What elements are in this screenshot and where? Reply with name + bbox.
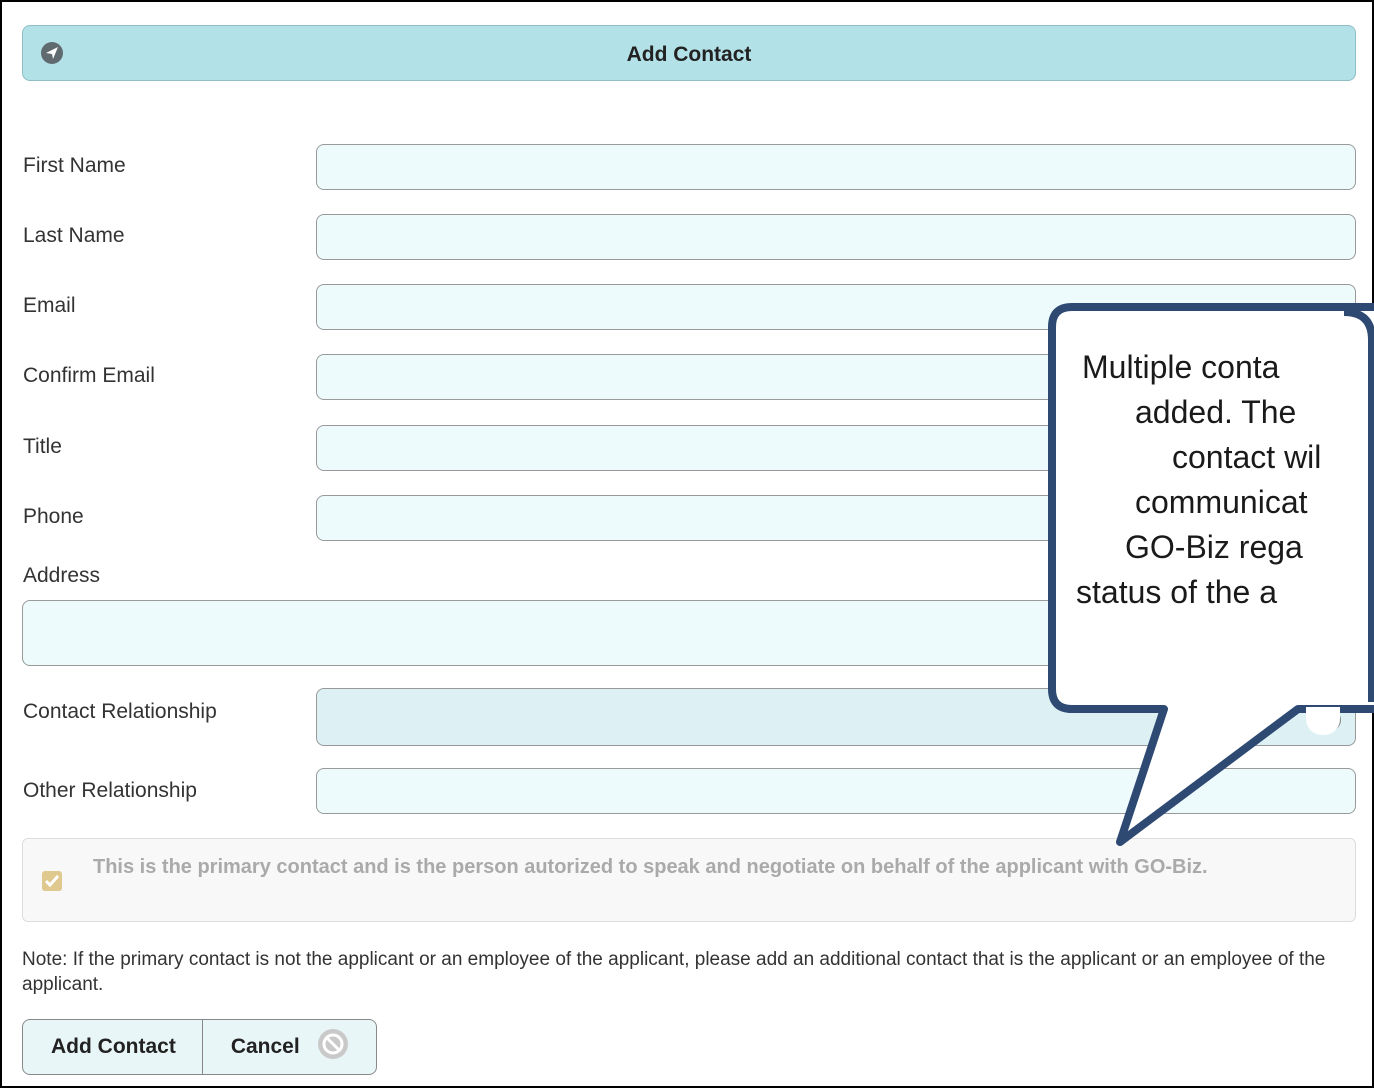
cancel-button[interactable]: Cancel	[203, 1020, 376, 1074]
page-title: Add Contact	[626, 43, 752, 66]
add-contact-button-label: Add Contact	[51, 1035, 176, 1058]
last-name-field[interactable]	[316, 214, 1356, 260]
cancel-button-label: Cancel	[230, 1035, 300, 1058]
callout-line-4: communicat	[1135, 484, 1308, 520]
callout-line-5: GO-Biz rega	[1125, 529, 1303, 565]
primary-contact-panel: This is the primary contact and is the p…	[22, 838, 1356, 922]
confirm-email-label: Confirm Email	[23, 364, 155, 387]
other-relationship-label: Other Relationship	[23, 779, 197, 802]
note-text: Note: If the primary contact is not the …	[22, 949, 1326, 995]
first-name-label: First Name	[23, 154, 126, 177]
callout-line-6: status of the a	[1076, 574, 1278, 610]
title-label: Title	[23, 435, 62, 458]
primary-contact-checkbox[interactable]	[42, 871, 62, 891]
primary-contact-label: This is the primary contact and is the p…	[93, 856, 1208, 878]
action-button-group: Add Contact Cancel	[22, 1019, 377, 1075]
callout-line-1: Multiple conta	[1082, 349, 1280, 385]
email-field[interactable]	[316, 284, 1356, 330]
address-label: Address	[23, 564, 101, 587]
contact-relationship-label: Contact Relationship	[23, 700, 217, 723]
callout-line-2: added. The	[1135, 394, 1297, 430]
email-label: Email	[23, 294, 76, 317]
page-header: Add Contact	[22, 25, 1356, 81]
phone-label: Phone	[23, 505, 84, 528]
last-name-label: Last Name	[23, 224, 125, 247]
cancel-icon	[316, 1027, 350, 1067]
contact-relationship-select[interactable]	[316, 688, 1356, 746]
add-contact-button[interactable]: Add Contact	[23, 1020, 203, 1074]
callout-line-3: contact wil	[1172, 439, 1322, 475]
first-name-field[interactable]	[316, 144, 1356, 190]
other-relationship-field[interactable]	[316, 768, 1356, 814]
